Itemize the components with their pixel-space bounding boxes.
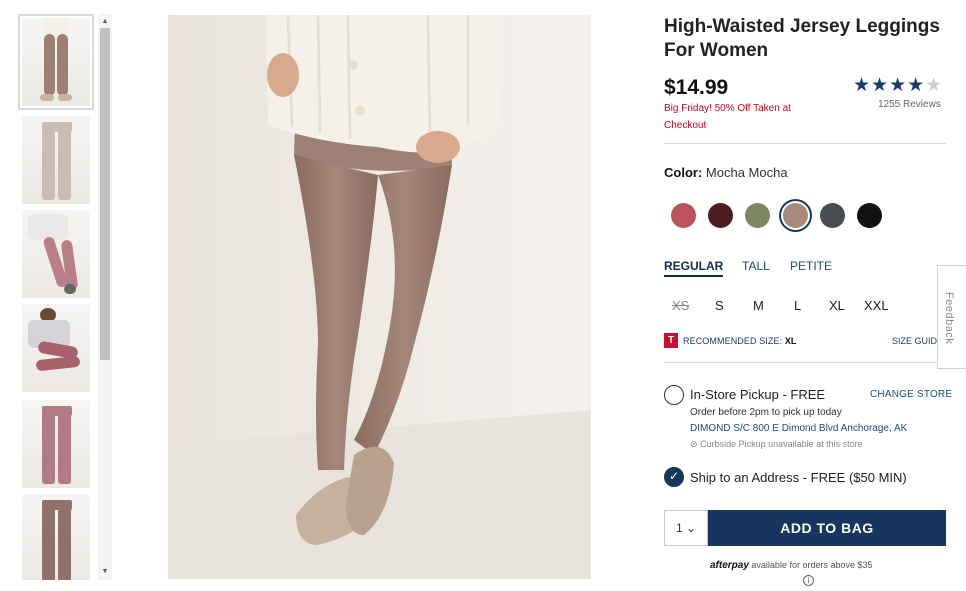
chevron-down-icon: ⌄ (685, 521, 697, 535)
size-l[interactable]: L (794, 298, 801, 313)
product-info-panel: High-Waisted Jersey Leggings For Women $… (664, 0, 966, 591)
curbside-note: ⊘ Curbside Pickup unavailable at this st… (690, 439, 863, 450)
color-label-prefix: Color: (664, 165, 703, 180)
divider (664, 362, 946, 363)
quantity-value: 1 (675, 521, 683, 535)
divider (664, 143, 946, 144)
recommended-size-label: RECOMMENDED SIZE: (683, 336, 783, 346)
recommended-size: T RECOMMENDED SIZE: XL SIZE GUIDE (664, 333, 964, 349)
size-guide-link[interactable]: SIZE GUIDE (892, 336, 943, 346)
afterpay-logo: afterpay (710, 560, 749, 571)
size-xl[interactable]: XL (829, 298, 845, 313)
color-value: Mocha Mocha (705, 165, 788, 180)
pickup-cutoff-text: Order before 2pm to pick up today (690, 407, 842, 418)
scroll-up-icon[interactable]: ▲ (98, 16, 112, 28)
scrollbar-thumb[interactable] (100, 28, 110, 360)
afterpay-note: afterpay available for orders above $35 (710, 560, 873, 571)
review-count-link[interactable]: 1255 Reviews (878, 99, 941, 110)
ship-to-address-radio[interactable]: ✓ (664, 467, 684, 487)
tab-regular[interactable]: REGULAR (664, 259, 724, 277)
quantity-select[interactable]: 1 ⌄ (664, 510, 708, 546)
thumbnail-2[interactable] (22, 116, 90, 204)
change-store-link[interactable]: CHANGE STORE (870, 389, 952, 400)
swatch-charcoal[interactable] (820, 203, 845, 228)
color-label: Color: Mocha Mocha (664, 165, 788, 180)
size-m[interactable]: M (753, 298, 764, 313)
swatch-burgundy[interactable] (708, 203, 733, 228)
recommended-size-value: XL (784, 336, 797, 346)
promo-text: Big Friday! 50% Off Taken at Checkout (664, 103, 791, 131)
store-address-link[interactable]: DIMOND S/C 800 E Dimond Blvd Anchorage, … (690, 423, 907, 434)
size-xxl[interactable]: XXL (864, 298, 889, 313)
size-xs[interactable]: XS (672, 298, 689, 313)
empty-star-icon: ★ (925, 75, 944, 96)
thumbnail-1[interactable] (18, 14, 94, 110)
thumbnail-5[interactable] (22, 400, 90, 488)
ship-to-address-label[interactable]: Ship to an Address - FREE ($50 MIN) (690, 470, 907, 485)
product-title: High-Waisted Jersey Leggings For Women (664, 16, 940, 61)
in-store-pickup-radio[interactable] (664, 385, 684, 405)
feedback-tab[interactable]: Feedback (937, 265, 966, 369)
product-photo (168, 15, 591, 579)
thumbnail-scrollbar[interactable]: ▲ ▼ (98, 14, 112, 580)
product-price: $14.99 (664, 76, 729, 99)
rating-stars[interactable]: ★★★★★ (853, 74, 943, 97)
swatch-black[interactable] (857, 203, 882, 228)
unavailable-icon: ⊘ (690, 439, 698, 449)
swatch-olive[interactable] (745, 203, 770, 228)
recommended-size-text[interactable]: RECOMMENDED SIZE: XL (683, 336, 797, 346)
tab-tall[interactable]: TALL (742, 259, 770, 273)
curbside-text: Curbside Pickup unavailable at this stor… (700, 439, 863, 449)
thumbnail-6[interactable] (22, 494, 90, 580)
swatch-rose[interactable] (671, 203, 696, 228)
add-to-bag-button[interactable]: ADD TO BAG (708, 510, 946, 546)
true-fit-icon: T (664, 333, 678, 348)
color-swatches (671, 202, 901, 230)
size-s[interactable]: S (715, 298, 724, 313)
thumbnail-3[interactable] (22, 210, 90, 298)
thumbnail-list (18, 14, 96, 580)
thumbnail-4[interactable] (22, 304, 90, 392)
afterpay-text: available for orders above $35 (751, 560, 873, 570)
main-product-image[interactable] (168, 15, 591, 579)
feedback-label: Feedback (943, 292, 955, 345)
scroll-down-icon[interactable]: ▼ (98, 566, 112, 578)
swatch-mocha[interactable] (783, 203, 808, 228)
tab-petite[interactable]: PETITE (790, 259, 832, 273)
in-store-pickup-label[interactable]: In-Store Pickup - FREE (690, 387, 825, 402)
filled-stars-icon: ★★★★ (853, 75, 926, 96)
info-icon[interactable]: i (803, 575, 814, 586)
